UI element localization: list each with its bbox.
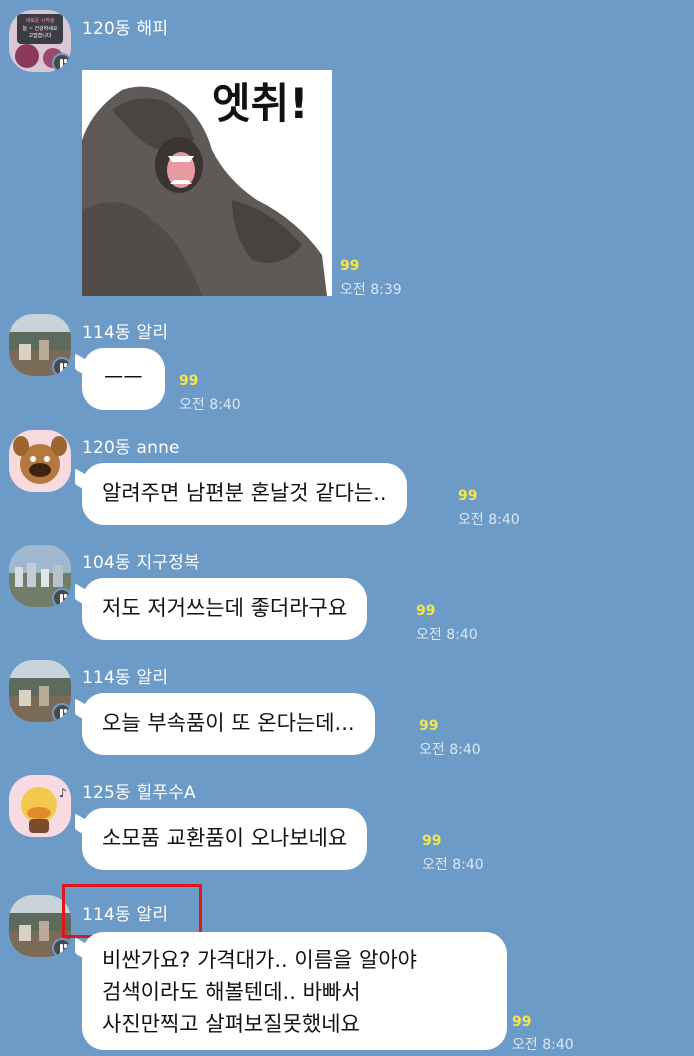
- unread-count: 99: [179, 373, 199, 389]
- unread-count: 99: [422, 833, 442, 849]
- unread-count: 99: [458, 488, 478, 504]
- avatar-125-hilpusu[interactable]: ♪: [9, 775, 71, 837]
- message-bubble[interactable]: 오늘 부속품이 또 온다는데...: [82, 693, 375, 755]
- sender-name: 104동 지구정복: [82, 553, 200, 573]
- profile-badge-icon: [52, 588, 71, 607]
- avatar-text-3: 고맙습니다: [28, 32, 51, 39]
- message-time: 오전 8:40: [416, 627, 478, 643]
- avatar-image: [9, 430, 71, 492]
- message-line: 비싼가요? 가격대가.. 이름을 알아야: [102, 948, 418, 972]
- sticker-text: 엣취!: [212, 79, 308, 128]
- sender-name: 114동 알리: [82, 323, 169, 343]
- message-bubble[interactable]: ㅡㅡ: [82, 348, 165, 410]
- avatar-120-happy[interactable]: 새로운 시작을 늘 ~ 건강하세요 고맙습니다: [9, 10, 71, 72]
- avatar-120-anne[interactable]: [9, 430, 71, 492]
- gorilla-sticker[interactable]: 엣취!: [82, 70, 332, 297]
- unread-count: 99: [419, 718, 439, 734]
- message-time: 오전 8:40: [512, 1037, 574, 1053]
- profile-badge-icon: [52, 357, 71, 376]
- message-bubble[interactable]: 알려주면 남편분 혼날것 같다는..: [82, 463, 407, 525]
- sender-name: 114동 알리: [82, 668, 169, 688]
- sticker-image: 엣취!: [82, 70, 332, 297]
- avatar-104-jigu[interactable]: [9, 545, 71, 607]
- unread-count: 99: [340, 258, 360, 274]
- profile-badge-icon: [52, 938, 71, 957]
- unread-count: 99: [416, 603, 436, 619]
- avatar-text-1: 새로운 시작을: [25, 17, 55, 24]
- profile-badge-icon: [52, 53, 71, 72]
- avatar-image: ♪: [9, 775, 71, 837]
- message-bubble[interactable]: 소모품 교환품이 오나보네요: [82, 808, 368, 870]
- unread-count: 99: [512, 1014, 532, 1030]
- sender-name: 120동 해피: [82, 19, 169, 39]
- avatar-114-ali[interactable]: [9, 660, 71, 722]
- sender-name: 120동 anne: [82, 438, 180, 458]
- message-time: 오전 8:40: [419, 742, 481, 758]
- svg-text:♪: ♪: [59, 786, 67, 800]
- sender-name: 125동 힐푸수A: [82, 783, 196, 803]
- message-time: 오전 8:39: [340, 282, 402, 298]
- message-bubble[interactable]: 비싼가요? 가격대가.. 이름을 알아야 검색이라도 해볼텐데.. 바빠서 사진…: [82, 932, 507, 1050]
- message-time: 오전 8:40: [458, 512, 520, 528]
- message-line: 사진만찍고 살펴보질못했네요: [102, 1012, 360, 1036]
- avatar-text-2: 늘 ~ 건강하세요: [23, 25, 58, 32]
- message-line: 검색이라도 해볼텐데.. 바빠서: [102, 980, 361, 1004]
- message-time: 오전 8:40: [422, 857, 484, 873]
- highlight-box: [62, 884, 202, 938]
- message-bubble[interactable]: 저도 저거쓰는데 좋더라구요: [82, 578, 368, 640]
- profile-badge-icon: [52, 703, 71, 722]
- avatar-114-ali[interactable]: [9, 314, 71, 376]
- message-time: 오전 8:40: [179, 397, 241, 413]
